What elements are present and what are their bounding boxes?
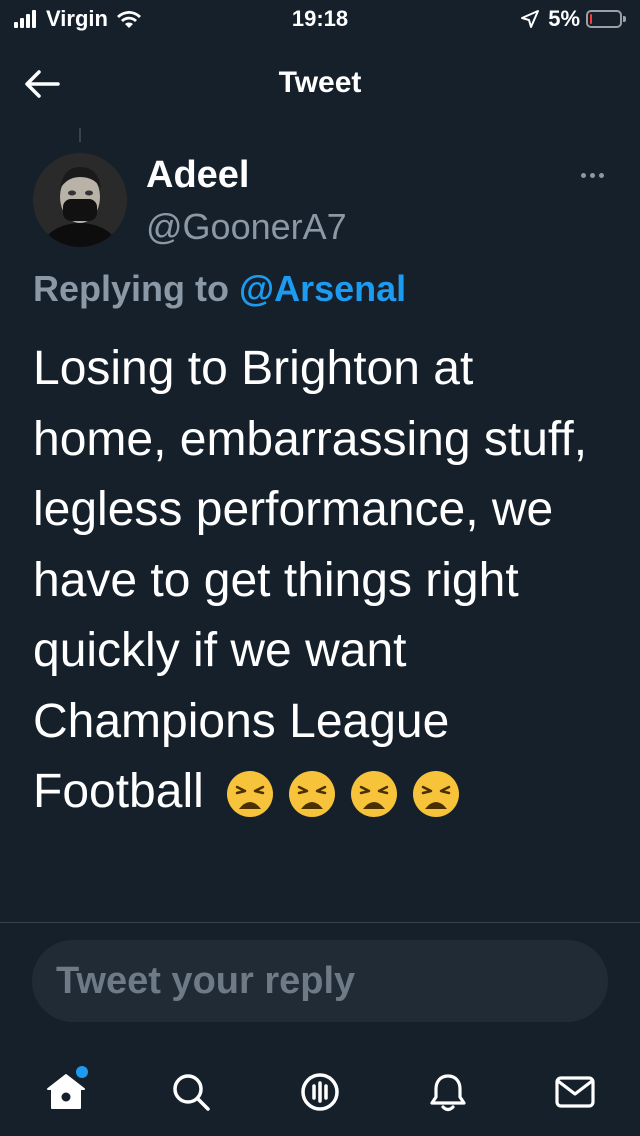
tweet-text: Losing to Brighton at home, embarrassing… <box>33 342 588 818</box>
more-horizontal-icon <box>580 172 586 178</box>
bottom-tab-bar <box>0 1046 640 1136</box>
emoji-group <box>225 769 473 819</box>
status-bar: Virgin 19:18 5% <box>0 0 640 40</box>
reply-input[interactable]: Tweet your reply <box>32 940 608 1022</box>
author-name[interactable]: Adeel <box>146 154 249 197</box>
battery-icon <box>586 10 626 28</box>
tab-spaces[interactable] <box>292 1064 348 1120</box>
spaces-icon <box>301 1073 339 1111</box>
notification-dot <box>76 1066 88 1078</box>
replying-to-handle-link[interactable]: @Arsenal <box>239 268 406 309</box>
location-arrow-icon <box>521 10 540 28</box>
weary-face-emoji-icon <box>413 771 460 818</box>
avatar[interactable] <box>33 153 127 247</box>
author-handle[interactable]: @GoonerA7 <box>146 206 347 248</box>
divider <box>0 922 640 923</box>
status-right: 5% <box>520 6 626 32</box>
tab-messages[interactable] <box>547 1064 603 1120</box>
search-icon <box>173 1074 210 1111</box>
tweet-detail-screen: Virgin 19:18 5% Tweet Adeel @GoonerA7 Re… <box>0 0 640 1136</box>
profile-photo <box>33 153 127 247</box>
tab-home[interactable] <box>38 1064 94 1120</box>
weary-face-emoji-icon <box>227 771 274 818</box>
mail-icon <box>555 1076 595 1108</box>
battery-level <box>590 14 592 24</box>
tab-notifications[interactable] <box>420 1064 476 1120</box>
bell-icon <box>430 1074 466 1112</box>
page-title: Tweet <box>278 66 362 99</box>
reply-placeholder: Tweet your reply <box>56 959 356 1002</box>
tab-search[interactable] <box>163 1064 219 1120</box>
weary-face-emoji-icon <box>351 771 398 818</box>
thread-connector-line <box>79 128 81 142</box>
top-navigation-bar: Tweet <box>0 40 640 128</box>
tweet-body: Losing to Brighton at home, embarrassing… <box>33 334 613 828</box>
replying-prefix: Replying to <box>33 268 229 309</box>
battery-percent: 5% <box>548 6 580 31</box>
replying-to-line: Replying to @Arsenal <box>33 268 406 310</box>
weary-face-emoji-icon <box>289 771 336 818</box>
more-options-button[interactable] <box>572 160 612 190</box>
